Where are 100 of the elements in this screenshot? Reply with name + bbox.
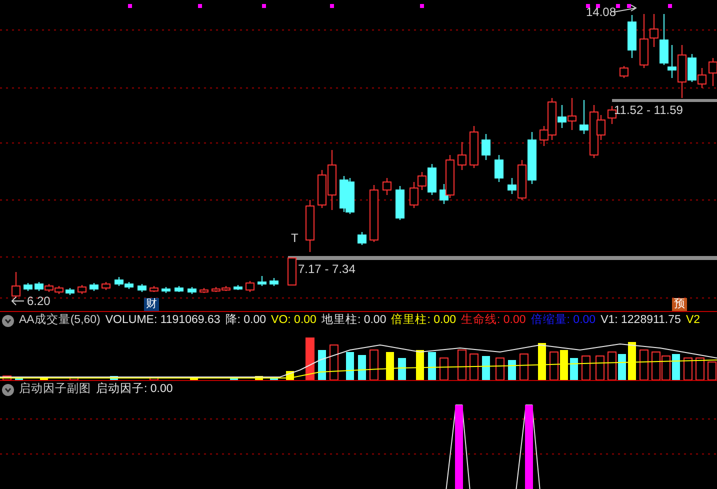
volume-bar <box>346 352 354 380</box>
signal-marker <box>627 4 631 8</box>
volume-bar <box>652 352 660 380</box>
price-label: 6.20 <box>27 295 50 307</box>
volume-bar <box>560 350 568 380</box>
volume-bar <box>508 360 516 380</box>
candlestick <box>200 288 208 294</box>
indicator-value: VOLUME: 1191069.63 <box>105 313 220 328</box>
price-label: 14.08 <box>586 6 616 18</box>
signal-marker <box>128 4 132 8</box>
volume-bar <box>596 356 604 380</box>
signal-marker <box>668 4 672 8</box>
candlestick <box>358 232 366 246</box>
candlestick <box>628 14 636 58</box>
candlestick <box>528 132 536 184</box>
volume-bar <box>684 358 692 380</box>
candlestick <box>458 142 466 170</box>
indicator-value: 启动因子: 0.00 <box>96 382 173 398</box>
candlestick <box>698 68 706 88</box>
signal-marker <box>586 4 590 8</box>
volume-bar <box>482 356 490 380</box>
candlestick <box>138 284 146 292</box>
volume-bar <box>370 350 378 380</box>
volume-bar <box>440 358 448 380</box>
volume-bar <box>628 342 636 380</box>
candlestick <box>150 286 158 292</box>
signal-marker <box>198 4 202 8</box>
candlestick <box>90 282 98 292</box>
indicator-value: VO: 0.00 <box>271 313 316 328</box>
candlestick <box>12 272 20 298</box>
candlestick <box>396 186 404 220</box>
volume-bar <box>550 352 558 380</box>
candlestick <box>306 200 314 252</box>
price-label: T <box>291 232 298 244</box>
candlestick <box>246 280 254 292</box>
indicator-value: 地里柱: 0.00 <box>321 312 386 328</box>
candlestick <box>44 284 54 292</box>
panel-title: AA成交量(5,60) <box>19 312 100 328</box>
candlestick <box>188 286 196 294</box>
candlestick <box>288 258 296 286</box>
candlestick <box>34 282 44 292</box>
volume-bar <box>696 358 704 380</box>
price-label: 7.17 - 7.34 <box>298 263 356 275</box>
candlestick <box>470 126 478 168</box>
volume-bar <box>608 352 616 380</box>
candlestick <box>382 178 392 196</box>
event-badge[interactable]: 财 <box>144 298 159 311</box>
volume-bar <box>318 350 326 380</box>
candlestick <box>66 288 74 296</box>
volume-bar <box>398 358 406 380</box>
volume-bar <box>386 352 394 380</box>
candlestick <box>162 286 170 294</box>
signal-marker <box>596 4 600 8</box>
volume-bar <box>538 343 546 380</box>
arrow-icon <box>11 296 24 306</box>
signal-marker <box>616 4 620 8</box>
volume-bar <box>520 354 528 380</box>
indicator-value: 降: 0.00 <box>225 312 266 328</box>
arrow-icon <box>614 4 637 12</box>
collapse-icon[interactable] <box>2 384 14 396</box>
indicator-value: 生命线: 0.00 <box>461 312 526 328</box>
candlestick <box>370 184 378 242</box>
volume-bar <box>662 356 670 380</box>
volume-bar <box>618 354 626 380</box>
candlestick <box>608 106 616 124</box>
candlestick <box>620 66 628 78</box>
volume-bar <box>306 338 314 380</box>
indicator-value: 倍缩量: 0.00 <box>530 312 596 328</box>
signal-marker <box>262 4 266 8</box>
candlestick <box>346 178 354 214</box>
candlestick <box>410 182 418 208</box>
volume-bar <box>672 354 680 380</box>
candlestick <box>494 154 504 182</box>
volume-bar <box>470 354 478 380</box>
volume-bar <box>330 344 338 380</box>
volume-bar <box>358 355 366 380</box>
volume-bar <box>570 358 578 380</box>
candlestick <box>482 134 490 160</box>
volume-bar <box>416 350 424 380</box>
event-badge[interactable]: 预 <box>672 298 687 311</box>
indicator-value: 倍里柱: 0.00 <box>391 312 456 328</box>
volume-bar <box>496 358 504 380</box>
candlestick <box>54 286 64 294</box>
candlestick <box>102 282 110 290</box>
collapse-icon[interactable] <box>2 315 14 327</box>
volume-bar <box>640 350 648 380</box>
indicator-value: V1: 1228911.75 <box>600 313 681 328</box>
signal-marker <box>420 4 424 8</box>
volume-bar <box>428 352 436 380</box>
candlestick <box>568 98 576 130</box>
candlestick <box>78 284 86 294</box>
indicator-value: V2 <box>686 313 700 328</box>
candlestick <box>114 276 124 286</box>
candlestick <box>234 284 242 290</box>
volume-bar <box>458 350 466 380</box>
signal-marker <box>330 4 334 8</box>
candlestick <box>174 286 184 292</box>
candlestick <box>24 282 32 292</box>
price-label: 11.52 - 11.59 <box>614 104 683 116</box>
panel-title: 启动因子副图 <box>19 382 91 398</box>
